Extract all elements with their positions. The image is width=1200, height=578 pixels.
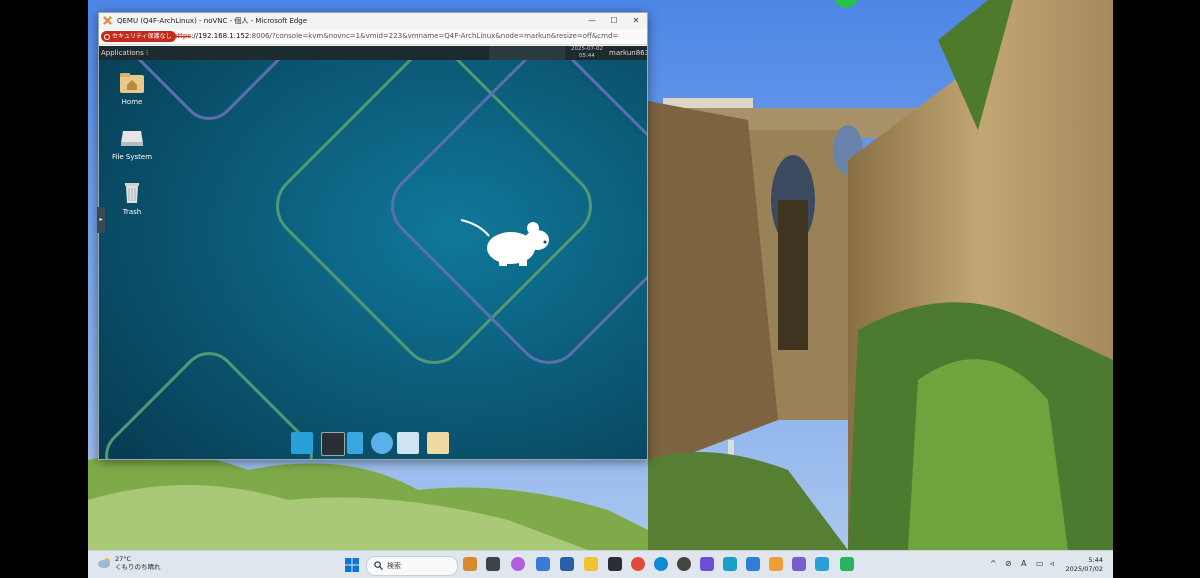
- weather-temp: 27°C: [115, 555, 132, 563]
- file-explorer-icon[interactable]: [584, 557, 598, 571]
- close-button[interactable]: ✕: [628, 15, 644, 27]
- window-title: QEMU (Q4F-ArchLinux) - noVNC - 個人 - Micr…: [117, 17, 308, 25]
- taskbar-app-icon[interactable]: [723, 557, 737, 571]
- desktop-icon-trash[interactable]: Trash: [102, 180, 162, 216]
- drive-icon: [121, 131, 143, 146]
- panel-window-buttons: [489, 46, 565, 60]
- desktop-icon-file-system[interactable]: File System: [102, 125, 162, 161]
- taskbar-clock[interactable]: 5:44 2025/07/02: [1066, 556, 1103, 574]
- novnc-sidebar-handle[interactable]: ▸: [97, 207, 105, 233]
- panel-user[interactable]: markun8633: [609, 49, 647, 57]
- taskbar-search[interactable]: 検索: [366, 556, 458, 576]
- url-text[interactable]: https://192.168.1.152:8006/?console=kvm&…: [173, 32, 618, 40]
- panel-clock[interactable]: 2025-07-02 05:44: [571, 46, 603, 59]
- qemu-icon: [103, 16, 112, 25]
- volume-icon[interactable]: ◃: [1050, 559, 1054, 568]
- app-finder-icon[interactable]: [397, 432, 419, 454]
- panel-clock-time: 05:44: [579, 52, 595, 59]
- system-tray: ^ ⊘ A ▭ ◃ 5:44 2025/07/02: [988, 551, 1113, 578]
- url-path: :8006/?console=kvm&novnc=1&vmid=223&vmna…: [249, 32, 619, 40]
- terminal-icon[interactable]: [321, 432, 345, 456]
- warning-icon: [104, 34, 110, 40]
- desktop-icon-label: Trash: [122, 208, 142, 216]
- weather-desc: くもりのち晴れ: [115, 563, 161, 571]
- edge-window: QEMU (Q4F-ArchLinux) - noVNC - 個人 - Micr…: [98, 12, 648, 460]
- maximize-button[interactable]: ☐: [606, 15, 622, 27]
- xfce-top-panel: Applications ⁝ 2025-07-02 05:44 markun863…: [99, 46, 647, 60]
- cloud-icon: [98, 558, 110, 568]
- ime-indicator[interactable]: A: [1021, 559, 1026, 568]
- taskbar-date: 2025/07/02: [1065, 565, 1103, 573]
- store-icon[interactable]: [560, 557, 574, 571]
- tray-chevron-icon[interactable]: ^: [990, 559, 997, 568]
- panel-clock-date: 2025-07-02: [571, 46, 603, 52]
- chrome-icon[interactable]: [631, 557, 645, 571]
- taskbar-app-icon[interactable]: [792, 557, 806, 571]
- taskbar-app-icon[interactable]: [677, 557, 691, 571]
- xfce-mouse-logo: [460, 219, 549, 266]
- search-placeholder: 検索: [387, 562, 401, 570]
- taskbar-app-icon[interactable]: [536, 557, 550, 571]
- desktop-icon[interactable]: [291, 432, 313, 454]
- xfce-dock: [291, 430, 453, 457]
- security-badge-label: セキュリティ保護なし: [112, 33, 172, 40]
- search-icon: [374, 561, 383, 570]
- terminal-icon[interactable]: [608, 557, 622, 571]
- web-browser-icon[interactable]: [371, 432, 393, 454]
- address-bar[interactable]: セキュリティ保護なし https://192.168.1.152:8006/?c…: [99, 29, 647, 45]
- folder-icon[interactable]: [427, 432, 449, 454]
- applications-menu[interactable]: Applications ⁝: [101, 49, 148, 57]
- windows-taskbar: 27°C くもりのち晴れ 検索 ^ ⊘ A ▭ ◃ 5:44 2025/07/0…: [88, 550, 1113, 578]
- copilot-icon[interactable]: [511, 557, 525, 571]
- task-view-icon[interactable]: [486, 557, 500, 571]
- xfce-wallpaper: [99, 46, 647, 459]
- taskbar-time: 5:44: [1088, 556, 1103, 564]
- taskbar-app-icon[interactable]: [815, 557, 829, 571]
- wifi-icon[interactable]: ▭: [1036, 559, 1044, 568]
- taskbar-app-icon[interactable]: [769, 557, 783, 571]
- taskbar-app-icon[interactable]: [463, 557, 477, 571]
- taskbar-app-icon[interactable]: [840, 557, 854, 571]
- vnc-screen[interactable]: Applications ⁝ 2025-07-02 05:44 markun863…: [99, 46, 647, 459]
- minimize-button[interactable]: —: [584, 15, 600, 27]
- desktop-icon-home[interactable]: Home: [102, 70, 162, 106]
- desktop-icon-label: File System: [111, 153, 153, 161]
- file-manager-icon[interactable]: [347, 432, 363, 454]
- taskbar-app-icon[interactable]: [700, 557, 714, 571]
- url-scheme: https: [173, 32, 192, 40]
- trash-icon: [125, 183, 139, 203]
- host-desktop: QEMU (Q4F-ArchLinux) - noVNC - 個人 - Micr…: [88, 0, 1113, 578]
- security-badge[interactable]: セキュリティ保護なし: [101, 31, 176, 42]
- edge-icon[interactable]: [654, 557, 668, 571]
- home-folder-icon: [120, 73, 144, 93]
- edge-titlebar: QEMU (Q4F-ArchLinux) - noVNC - 個人 - Micr…: [99, 13, 647, 29]
- network-icon[interactable]: ⊘: [1005, 559, 1012, 568]
- url-host: ://192.168.1.152: [191, 32, 250, 40]
- windows-start-icon[interactable]: [345, 558, 359, 572]
- desktop-icon-label: Home: [121, 98, 143, 106]
- vscode-icon[interactable]: [746, 557, 760, 571]
